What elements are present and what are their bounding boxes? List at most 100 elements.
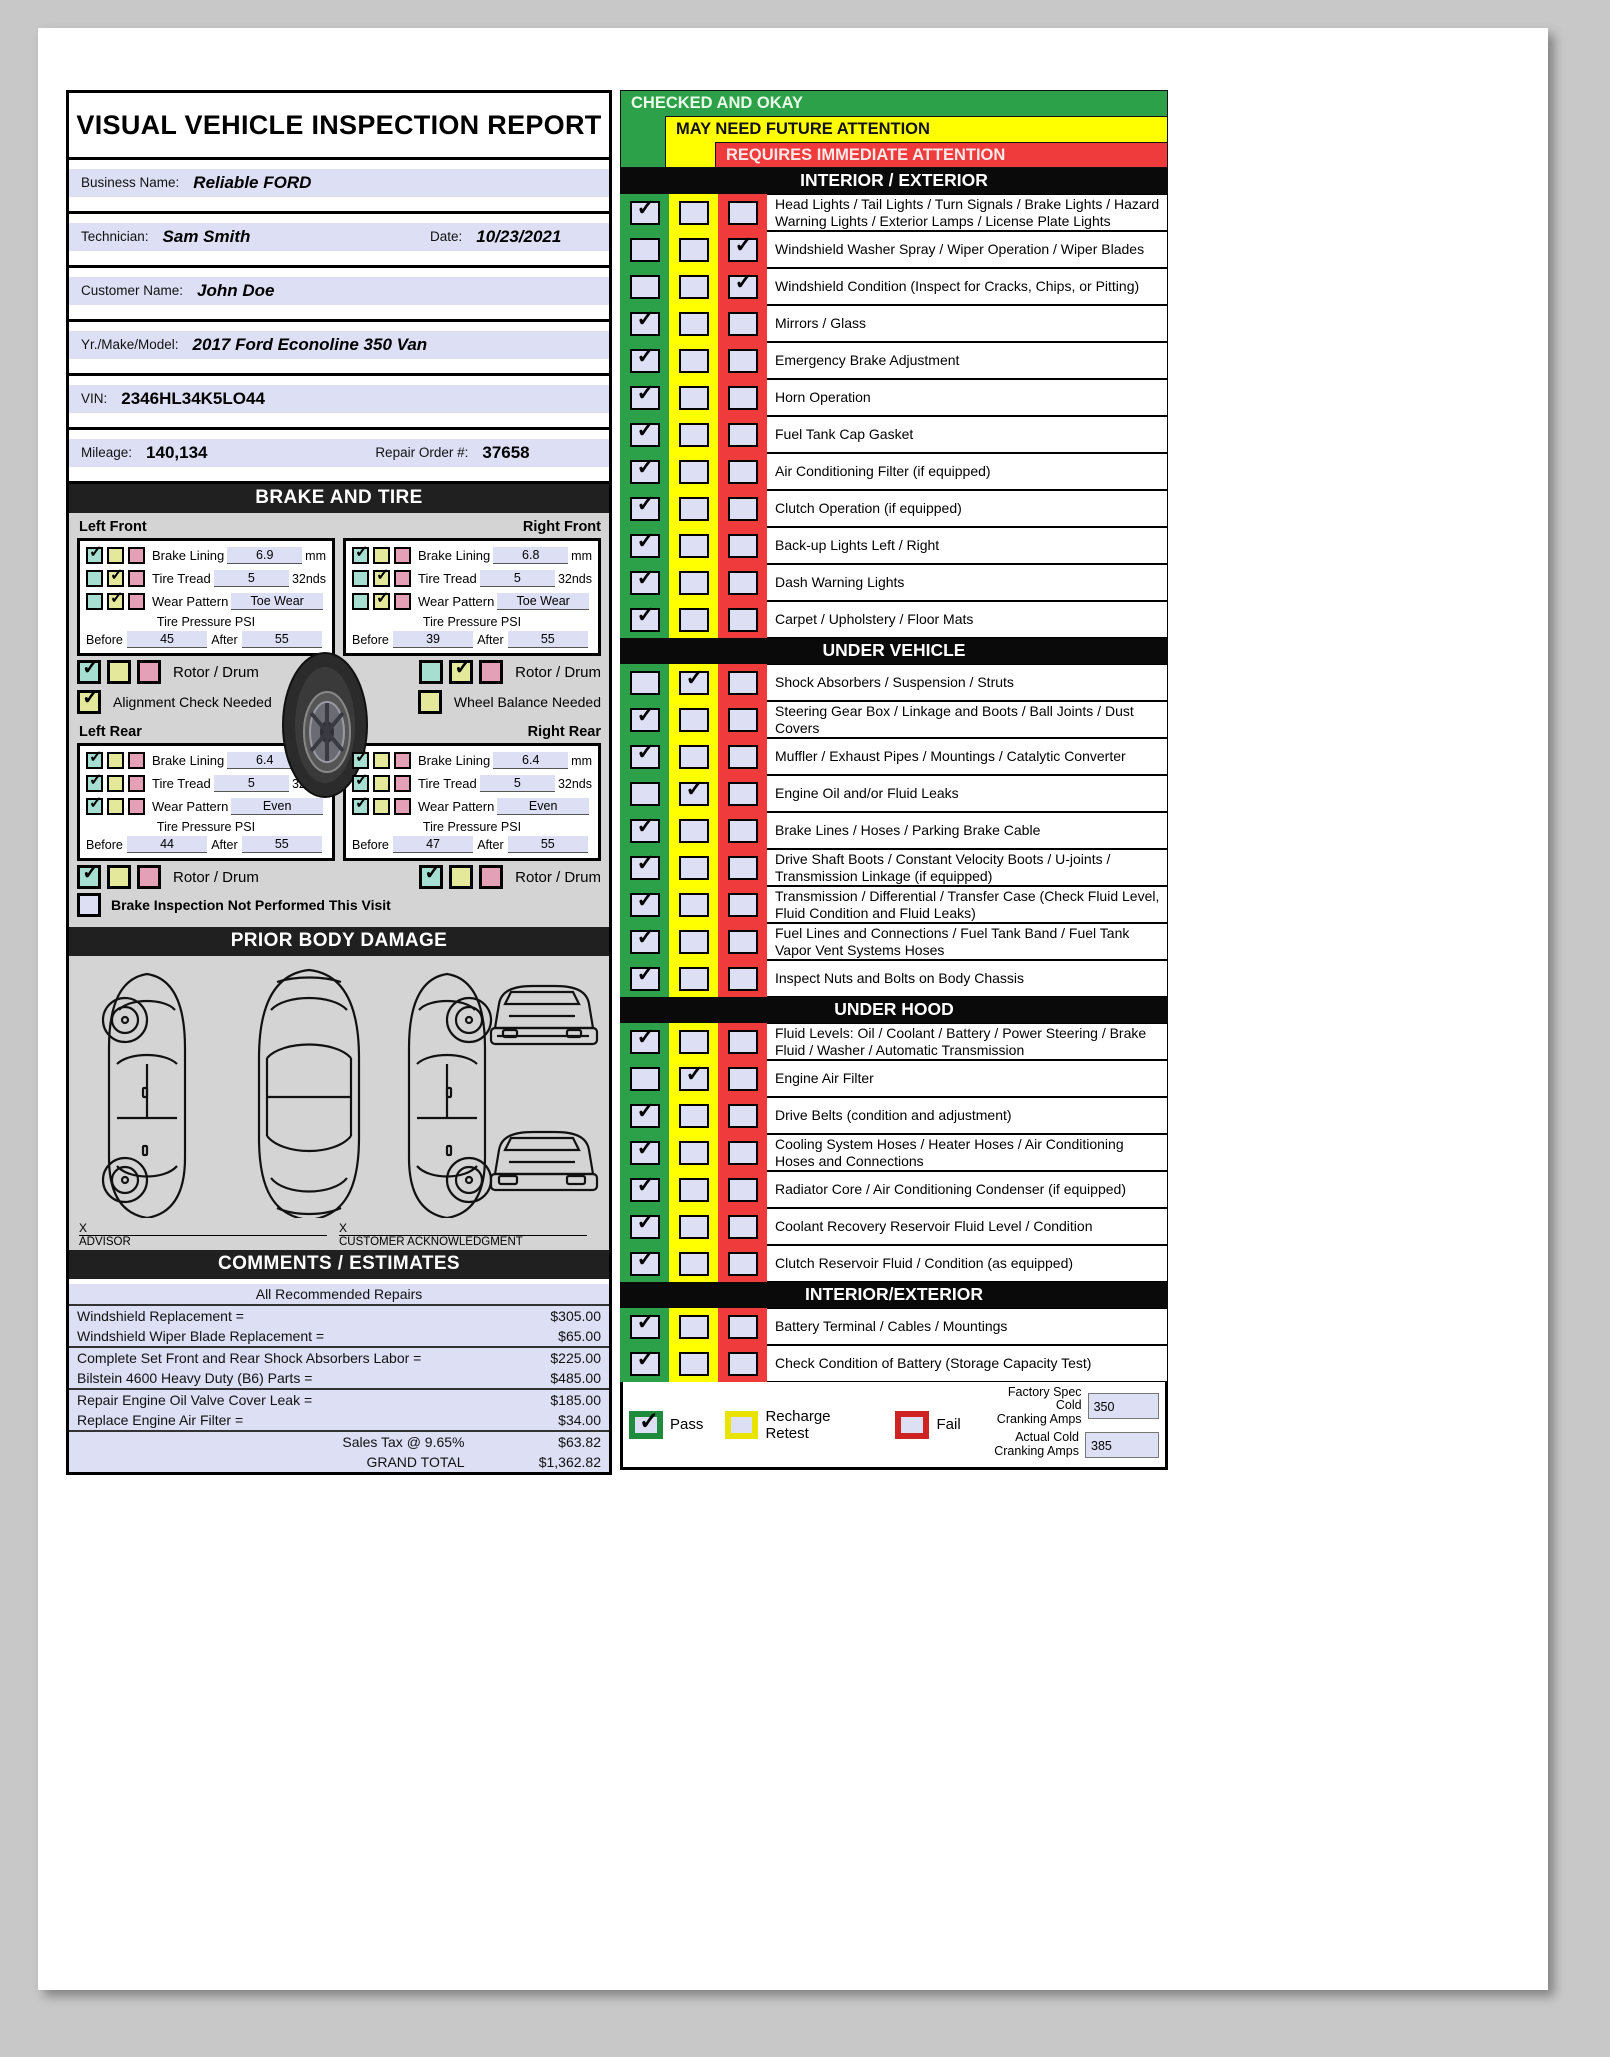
checkbox-green[interactable]: ✓ bbox=[629, 417, 660, 447]
cell-red[interactable] bbox=[718, 490, 767, 527]
cell-green[interactable] bbox=[620, 664, 669, 701]
checkbox-red[interactable] bbox=[727, 1029, 758, 1054]
factory-amps-value[interactable]: 350 bbox=[1087, 1393, 1159, 1419]
checkbox-red[interactable] bbox=[394, 570, 411, 587]
cell-yellow[interactable] bbox=[669, 342, 718, 379]
cell-yellow[interactable] bbox=[669, 231, 718, 268]
cell-green[interactable]: ✓ bbox=[620, 1097, 669, 1134]
checkbox-red[interactable] bbox=[137, 865, 161, 889]
checkbox-yellow[interactable] bbox=[678, 422, 709, 447]
cell-red[interactable] bbox=[718, 1023, 767, 1060]
checkbox-red[interactable] bbox=[727, 707, 758, 732]
checkbox-green[interactable]: ✓ bbox=[629, 1098, 660, 1128]
checkbox-yellow[interactable] bbox=[678, 929, 709, 954]
cell-yellow[interactable] bbox=[669, 416, 718, 453]
checkbox-yellow[interactable]: ✓ bbox=[373, 567, 390, 587]
checkbox-red[interactable] bbox=[137, 660, 161, 684]
cell-green[interactable]: ✓ bbox=[620, 305, 669, 342]
cell-green[interactable]: ✓ bbox=[620, 1208, 669, 1245]
pressure-after-value[interactable]: 55 bbox=[241, 631, 322, 648]
checkbox-red[interactable]: ✓ bbox=[727, 232, 758, 262]
cell-yellow[interactable] bbox=[669, 1171, 718, 1208]
cell-red[interactable]: ✓ bbox=[718, 231, 767, 268]
checkbox-red[interactable] bbox=[479, 865, 504, 889]
checkbox-yellow[interactable] bbox=[678, 744, 709, 769]
checkbox-red[interactable]: ✓ bbox=[727, 269, 758, 299]
checkbox-yellow[interactable] bbox=[678, 1314, 709, 1339]
checkbox-green[interactable]: ✓ bbox=[629, 491, 660, 521]
checkbox-green[interactable] bbox=[629, 274, 660, 299]
checkbox-green[interactable] bbox=[629, 1066, 660, 1091]
tire-tread-value[interactable]: 5 bbox=[479, 570, 555, 587]
checkbox-red[interactable] bbox=[128, 547, 145, 564]
checkbox-yellow[interactable] bbox=[678, 570, 709, 595]
advisor-signature-line[interactable]: X bbox=[79, 1221, 327, 1236]
checkbox-green[interactable]: ✓ bbox=[629, 887, 660, 917]
checkbox-yellow[interactable] bbox=[107, 752, 124, 769]
cell-yellow[interactable] bbox=[669, 305, 718, 342]
checkbox-red[interactable] bbox=[128, 775, 145, 792]
cell-green[interactable]: ✓ bbox=[620, 701, 669, 738]
checkbox-yellow[interactable]: ✓ bbox=[373, 590, 390, 610]
cell-yellow[interactable] bbox=[669, 960, 718, 997]
checkbox-green[interactable]: ✓ bbox=[629, 1172, 660, 1202]
checkbox-yellow[interactable] bbox=[678, 707, 709, 732]
brake-lining-value[interactable]: 6.9 bbox=[227, 547, 303, 564]
checkbox-yellow[interactable] bbox=[678, 855, 709, 880]
checkbox-yellow[interactable] bbox=[678, 496, 709, 521]
checkbox-yellow[interactable] bbox=[107, 660, 131, 684]
cell-yellow[interactable] bbox=[669, 194, 718, 231]
cell-red[interactable] bbox=[718, 1208, 767, 1245]
business-name-value[interactable]: Reliable FORD bbox=[185, 169, 609, 197]
checkbox-red[interactable] bbox=[727, 1351, 758, 1376]
cell-yellow[interactable]: ✓ bbox=[669, 775, 718, 812]
cell-red[interactable] bbox=[718, 812, 767, 849]
checkbox-red[interactable] bbox=[394, 547, 411, 564]
checkbox-green[interactable]: ✓ bbox=[629, 961, 660, 991]
cell-green[interactable]: ✓ bbox=[620, 1134, 669, 1171]
cell-green[interactable]: ✓ bbox=[620, 886, 669, 923]
cell-green[interactable]: ✓ bbox=[620, 453, 669, 490]
checkbox-green[interactable]: ✓ bbox=[629, 739, 660, 769]
checkbox-red[interactable] bbox=[727, 1314, 758, 1339]
checkbox-red[interactable] bbox=[727, 855, 758, 880]
cell-green[interactable]: ✓ bbox=[620, 379, 669, 416]
cell-yellow[interactable] bbox=[669, 379, 718, 416]
checkbox-green[interactable]: ✓ bbox=[352, 772, 369, 792]
checkbox-green[interactable]: ✓ bbox=[629, 454, 660, 484]
cell-green[interactable]: ✓ bbox=[620, 960, 669, 997]
cell-red[interactable] bbox=[718, 1245, 767, 1282]
cell-red[interactable] bbox=[718, 1345, 767, 1382]
checkbox-yellow[interactable]: ✓ bbox=[449, 656, 474, 684]
checkbox-red[interactable] bbox=[128, 570, 145, 587]
checkbox-yellow[interactable] bbox=[678, 1214, 709, 1239]
cell-yellow[interactable] bbox=[669, 1208, 718, 1245]
customer-name-value[interactable]: John Doe bbox=[189, 277, 609, 305]
cell-yellow[interactable] bbox=[669, 701, 718, 738]
checkbox-red[interactable] bbox=[727, 1177, 758, 1202]
checkbox-red[interactable] bbox=[727, 496, 758, 521]
pressure-after-value[interactable]: 55 bbox=[507, 631, 588, 648]
checkbox-green[interactable]: ✓ bbox=[629, 565, 660, 595]
checkbox-green[interactable]: ✓ bbox=[629, 1209, 660, 1239]
checkbox-yellow[interactable] bbox=[678, 533, 709, 558]
cell-green[interactable] bbox=[620, 268, 669, 305]
cell-yellow[interactable] bbox=[669, 490, 718, 527]
cell-yellow[interactable] bbox=[669, 923, 718, 960]
checkbox-green[interactable]: ✓ bbox=[629, 1024, 660, 1054]
cell-green[interactable] bbox=[620, 775, 669, 812]
cell-red[interactable] bbox=[718, 601, 767, 638]
cell-yellow[interactable]: ✓ bbox=[669, 664, 718, 701]
checkbox-green[interactable]: ✓ bbox=[629, 1135, 660, 1165]
checkbox-red[interactable] bbox=[727, 892, 758, 917]
checkbox-green[interactable]: ✓ bbox=[77, 656, 101, 684]
checkbox-green[interactable]: ✓ bbox=[419, 861, 444, 889]
checkbox-green[interactable]: ✓ bbox=[86, 795, 103, 815]
technician-value[interactable]: Sam Smith bbox=[154, 223, 416, 251]
tire-tread-value[interactable]: 5 bbox=[479, 775, 555, 792]
cell-green[interactable]: ✓ bbox=[620, 923, 669, 960]
checkbox-yellow[interactable] bbox=[678, 311, 709, 336]
checkbox-green[interactable] bbox=[419, 660, 444, 684]
cell-green[interactable]: ✓ bbox=[620, 1023, 669, 1060]
checkbox-green[interactable]: ✓ bbox=[629, 528, 660, 558]
